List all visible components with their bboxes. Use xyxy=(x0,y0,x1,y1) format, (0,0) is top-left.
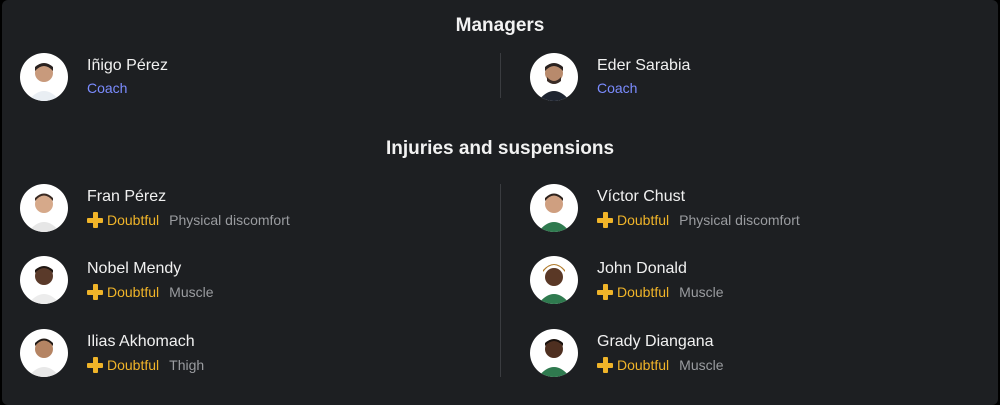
player-name: Fran Pérez xyxy=(87,188,167,205)
manager-name: Iñigo Pérez xyxy=(87,57,168,74)
manager-role: Coach xyxy=(87,80,128,96)
player-avatar xyxy=(530,184,578,232)
lineups-panel: Managers Iñigo Pérez Coach Eder Sarabia … xyxy=(2,0,998,405)
injury-item[interactable]: Ilias Akhomach Doubtful Thigh xyxy=(20,329,204,377)
manager-role: Coach xyxy=(597,80,638,96)
player-name: Víctor Chust xyxy=(597,188,686,205)
plus-icon xyxy=(87,284,103,300)
player-avatar xyxy=(20,329,68,377)
player-avatar xyxy=(20,256,68,304)
injury-reason: Muscle xyxy=(169,284,214,300)
manager-home[interactable]: Iñigo Pérez Coach xyxy=(20,53,168,101)
plus-icon xyxy=(597,212,613,228)
player-name: Ilias Akhomach xyxy=(87,333,195,350)
injuries-divider xyxy=(500,184,501,377)
manager-away[interactable]: Eder Sarabia Coach xyxy=(530,53,690,101)
plus-icon xyxy=(87,212,103,228)
injury-reason: Thigh xyxy=(169,357,205,373)
injury-status: Doubtful xyxy=(107,212,160,228)
player-avatar xyxy=(530,329,578,377)
plus-icon xyxy=(597,284,613,300)
injury-status: Doubtful xyxy=(617,212,670,228)
plus-icon xyxy=(597,357,613,373)
injury-status: Doubtful xyxy=(107,284,160,300)
player-name: Nobel Mendy xyxy=(87,260,182,277)
avatar xyxy=(20,53,68,101)
injury-reason: Muscle xyxy=(679,357,724,373)
injury-status: Doubtful xyxy=(107,357,160,373)
plus-icon xyxy=(87,357,103,373)
injury-reason: Physical discomfort xyxy=(169,212,290,228)
player-name: Grady Diangana xyxy=(597,333,714,350)
player-avatar xyxy=(20,184,68,232)
injury-item[interactable]: Fran Pérez Doubtful Physical discomfort xyxy=(20,184,290,232)
managers-title: Managers xyxy=(455,15,545,36)
injury-reason: Muscle xyxy=(679,284,724,300)
injury-item[interactable]: Víctor Chust Doubtful Physical discomfor… xyxy=(530,184,800,232)
player-name: John Donald xyxy=(597,260,687,277)
injury-status: Doubtful xyxy=(617,357,670,373)
player-avatar xyxy=(530,256,578,304)
injury-item[interactable]: Grady Diangana Doubtful Muscle xyxy=(530,329,724,377)
injury-status: Doubtful xyxy=(617,284,670,300)
injury-reason: Physical discomfort xyxy=(679,212,800,228)
injury-item[interactable]: John Donald Doubtful Muscle xyxy=(530,256,724,304)
manager-name: Eder Sarabia xyxy=(597,57,691,74)
injury-item[interactable]: Nobel Mendy Doubtful Muscle xyxy=(20,256,214,304)
managers-divider xyxy=(500,53,501,98)
avatar xyxy=(530,53,578,101)
injuries-title: Injuries and suspensions xyxy=(385,138,615,159)
